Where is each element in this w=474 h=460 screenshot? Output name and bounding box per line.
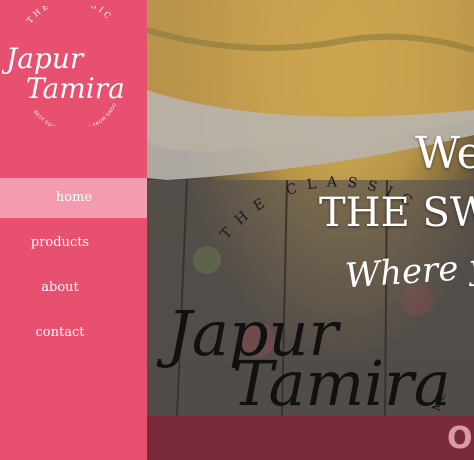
nav-item-label: home bbox=[55, 190, 93, 205]
logo-ring-top: THE CLASSIC bbox=[25, 6, 114, 25]
nav-item-about[interactable]: about bbox=[0, 268, 120, 308]
main-nav: home products about contact bbox=[0, 178, 165, 358]
nav-item-contact[interactable]: contact bbox=[0, 313, 120, 353]
nav-item-label: products bbox=[30, 235, 90, 250]
hero-shop-name: THE SW bbox=[319, 190, 474, 236]
bottom-bar: Or bbox=[147, 416, 474, 460]
brand-logo[interactable]: THE CLASSIC Japur Tamira BEST SOUVENIR &… bbox=[2, 6, 130, 126]
nav-item-label: about bbox=[41, 280, 79, 295]
bottom-heading: Or bbox=[447, 421, 474, 456]
nav-item-label: contact bbox=[35, 325, 85, 340]
sidebar: THE CLASSIC Japur Tamira BEST SOUVENIR &… bbox=[0, 0, 164, 460]
logo-ring-bottom: BEST SOUVENIR & FOOD FROM GADO bbox=[32, 102, 118, 126]
nav-item-products[interactable]: products bbox=[0, 223, 120, 263]
logo-script-1: Japur bbox=[2, 42, 85, 75]
hero-banner: THE CLASSIC Japur Tamira ME We THE SW Wh… bbox=[147, 0, 474, 416]
nav-item-home[interactable]: home bbox=[0, 178, 164, 218]
hero-welcome: We bbox=[415, 128, 474, 179]
watermark-script-2: Tamira bbox=[232, 347, 451, 416]
logo-script-2: Tamira bbox=[26, 72, 125, 105]
